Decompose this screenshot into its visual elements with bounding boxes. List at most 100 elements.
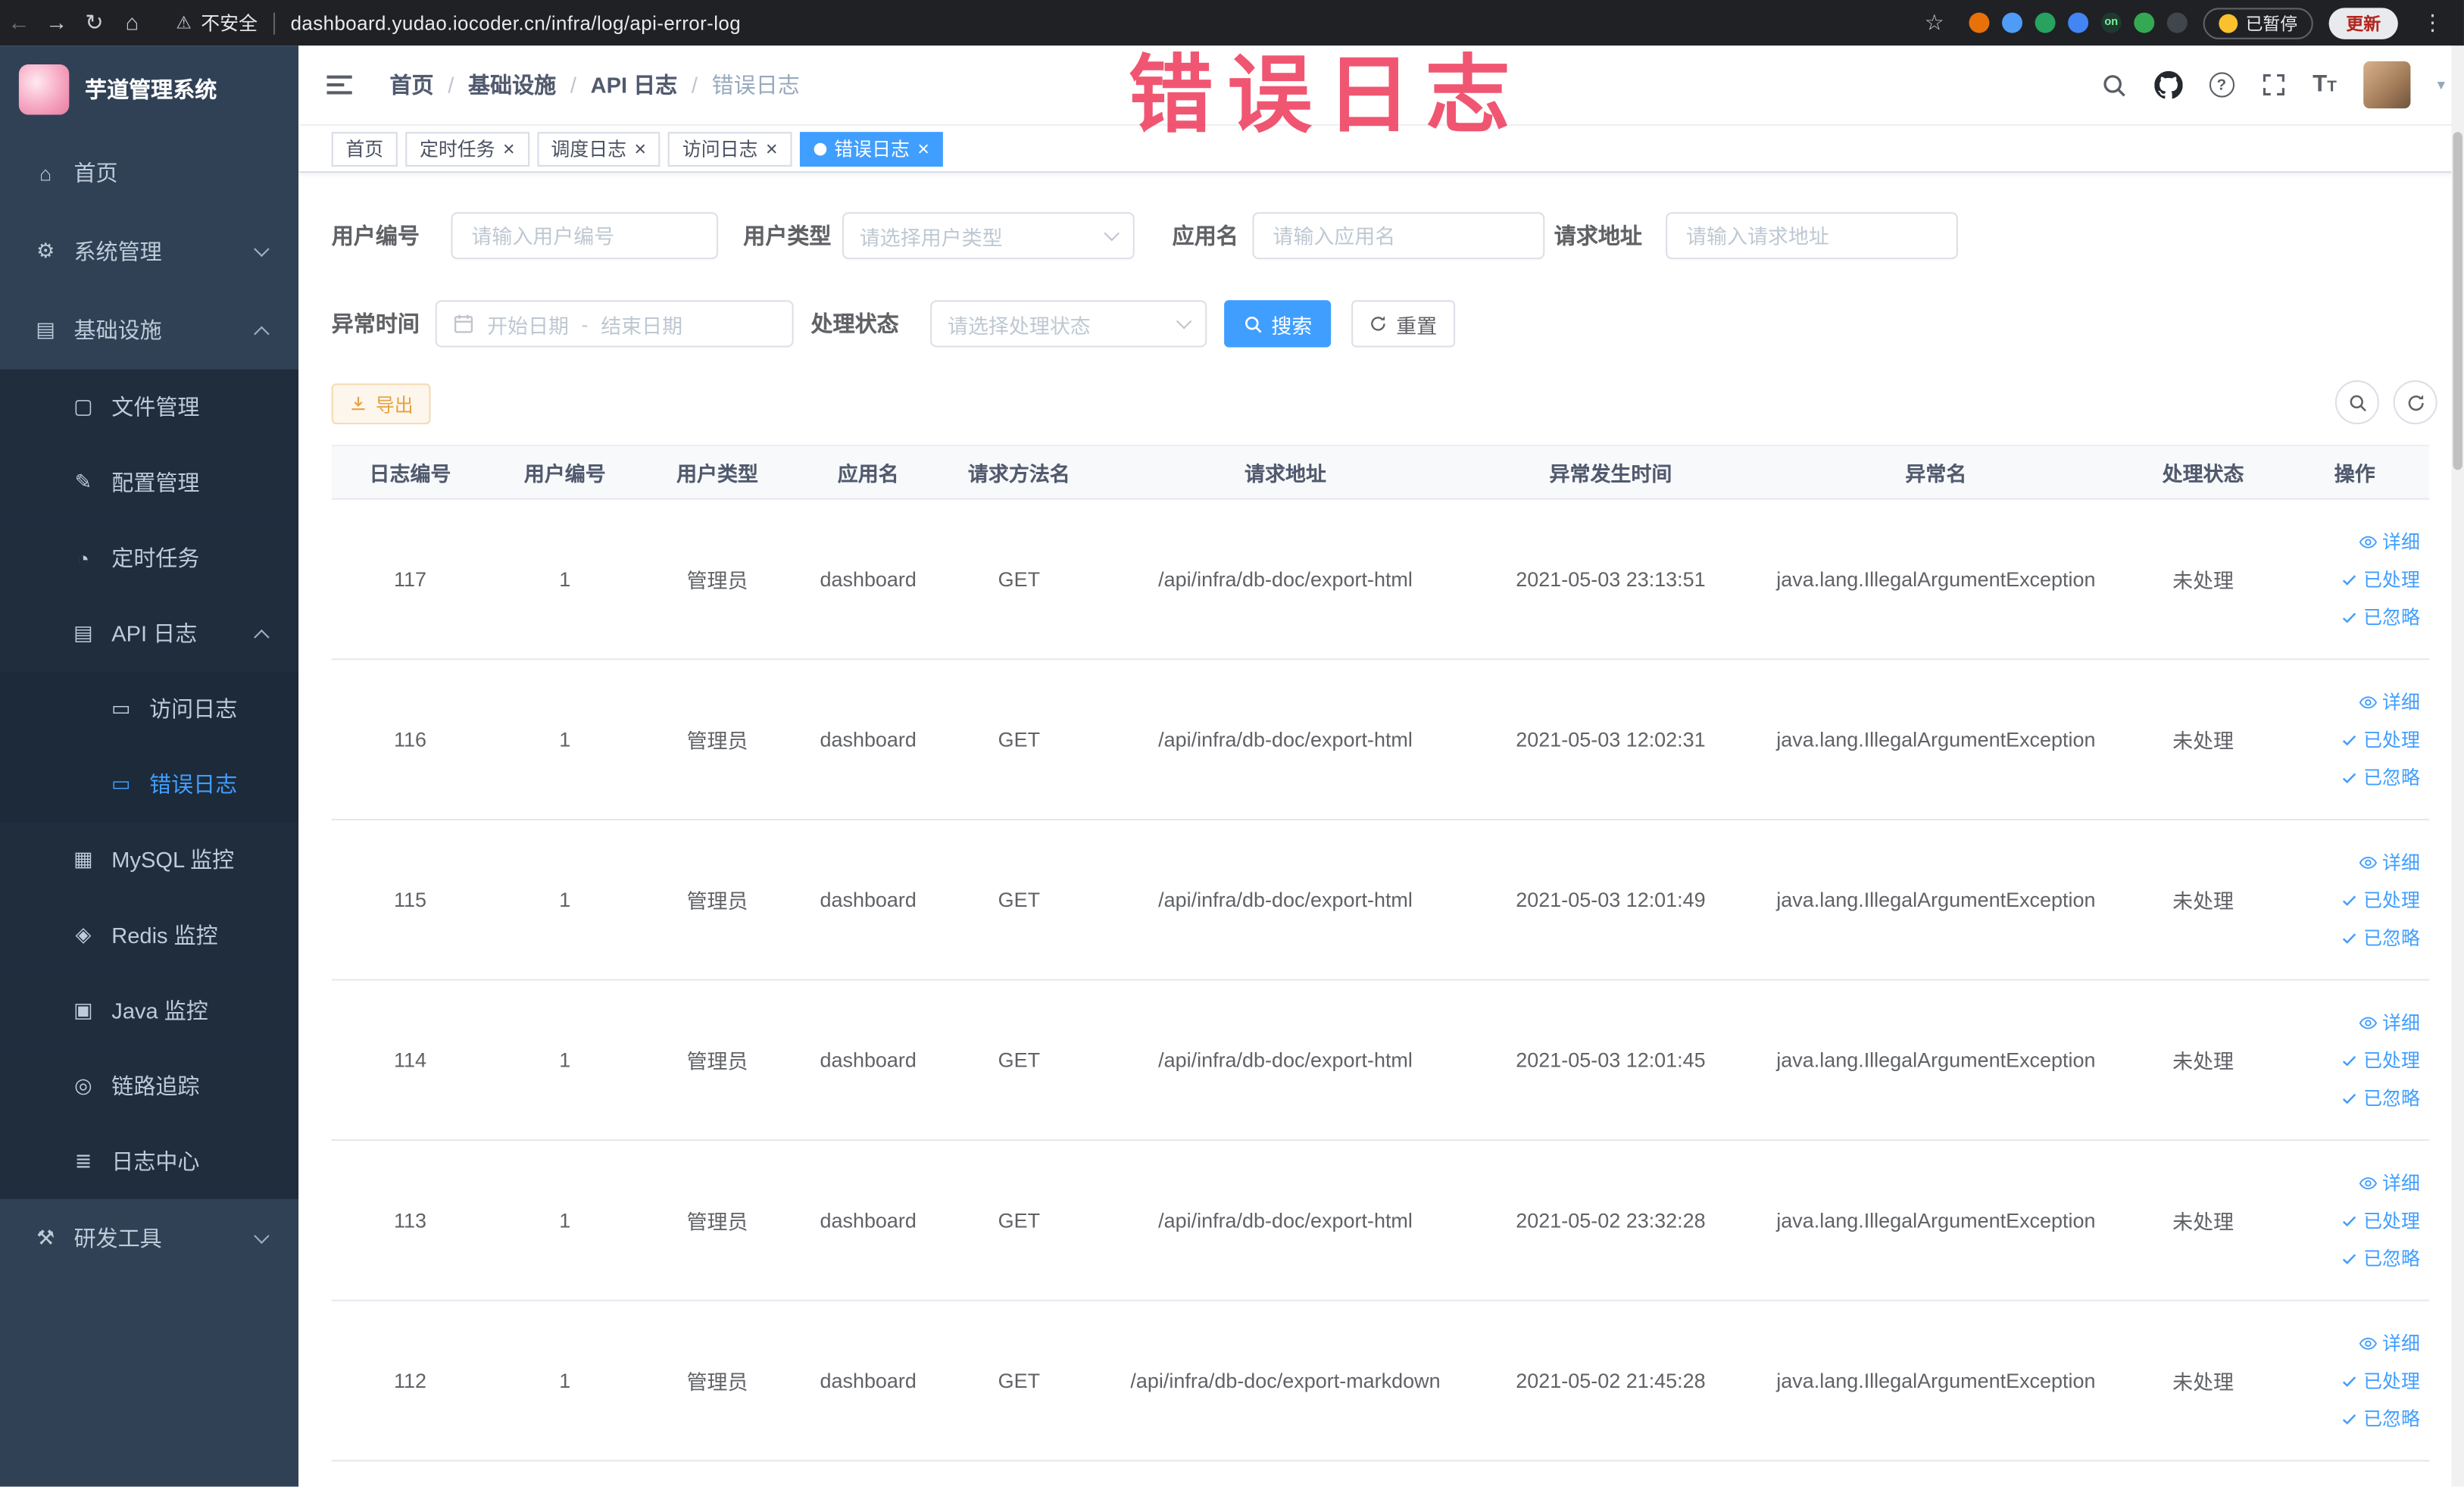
help-icon[interactable]: ? (2209, 72, 2234, 98)
action-detail-link[interactable]: 详细 (2359, 528, 2420, 555)
tab-schedule-log[interactable]: 调度日志 × (536, 131, 661, 166)
action-detail-link[interactable]: 详细 (2359, 848, 2420, 875)
update-button[interactable]: 更新 (2328, 7, 2398, 39)
action-ignored-link[interactable]: 已忽略 (2340, 1405, 2420, 1432)
toggle-search-button[interactable] (2334, 380, 2379, 425)
extension-icon-1[interactable] (1969, 12, 1990, 33)
address-bar[interactable]: dashboard.yudao.iocoder.cn/infra/log/api… (291, 12, 742, 34)
sidebar-item-api-log[interactable]: ▤ API 日志 (0, 595, 299, 671)
navbar-right: ? TT ▾ (2100, 61, 2445, 109)
action-processed-link[interactable]: 已处理 (2340, 1367, 2420, 1394)
font-size-icon[interactable]: TT (2313, 70, 2337, 98)
sidebar-item-error-log[interactable]: ▭ 错误日志 (0, 746, 299, 823)
sidebar-item-home[interactable]: ⌂ 首页 (0, 133, 299, 213)
search-icon[interactable] (2100, 71, 2127, 98)
action-detail-link[interactable]: 详细 (2359, 1329, 2420, 1356)
sidebar-item-infrastructure[interactable]: ▤ 基础设施 (0, 290, 299, 370)
fullscreen-icon[interactable] (2261, 72, 2286, 97)
sidebar-item-access-log[interactable]: ▭ 访问日志 (0, 670, 299, 747)
action-ignored-link[interactable]: 已忽略 (2340, 924, 2420, 951)
screen: ← → ↻ ⌂ ⚠ 不安全 dashboard.yudao.iocoder.cn… (0, 0, 2464, 1487)
avatar[interactable] (2363, 61, 2411, 109)
action-ignored-link[interactable]: 已忽略 (2340, 604, 2420, 630)
process-status-select[interactable]: 请选择处理状态 (930, 300, 1207, 348)
action-detail-link[interactable]: 详细 (2359, 1009, 2420, 1036)
date-separator: - (581, 311, 589, 336)
cell-id: 113 (393, 1208, 426, 1232)
action-detail-link[interactable]: 详细 (2359, 1170, 2420, 1196)
extension-icon-5[interactable]: on (2100, 12, 2122, 33)
chevron-down-icon[interactable]: ▾ (2437, 77, 2445, 94)
sidebar-item-system-management[interactable]: ⚙ 系统管理 (0, 212, 299, 291)
cell-user_type: 管理员 (686, 1370, 748, 1395)
tab-access-log[interactable]: 访问日志 × (668, 131, 792, 166)
search-button[interactable]: 搜索 (1224, 300, 1332, 348)
request-url-input[interactable] (1666, 212, 1958, 260)
extension-icon-3[interactable] (2035, 12, 2056, 33)
close-icon[interactable]: × (766, 139, 778, 159)
action-ignored-link[interactable]: 已忽略 (2340, 1245, 2420, 1271)
back-icon[interactable]: ← (0, 0, 38, 45)
action-processed-link[interactable]: 已处理 (2340, 886, 2420, 913)
tab-error-log[interactable]: 错误日志 × (799, 131, 944, 166)
close-icon[interactable]: × (634, 139, 646, 159)
github-icon[interactable] (2153, 70, 2182, 99)
check-icon (2340, 730, 2359, 749)
close-icon[interactable]: × (917, 139, 929, 159)
breadcrumb-item-home[interactable]: 首页 (390, 69, 434, 100)
home-button-icon[interactable]: ⌂ (113, 0, 151, 45)
gear-icon: ⚙ (36, 239, 55, 263)
action-processed-link[interactable]: 已处理 (2340, 1207, 2420, 1233)
user-type-select[interactable]: 请选择用户类型 (842, 212, 1135, 260)
forward-icon[interactable]: → (38, 0, 76, 45)
menu-dots-icon[interactable]: ⋮ (2414, 0, 2452, 45)
export-button[interactable]: 导出 (331, 383, 431, 425)
close-icon[interactable]: × (503, 139, 515, 159)
cell-exception: java.lang.IllegalArgumentException (1776, 727, 2096, 751)
extension-icon-7[interactable] (2166, 12, 2188, 33)
tab-home[interactable]: 首页 (331, 131, 398, 166)
extension-icon-6[interactable] (2134, 12, 2155, 33)
action-ignored-link[interactable]: 已忽略 (2340, 764, 2420, 790)
sidebar-item-dev-tools[interactable]: ⚒ 研发工具 (0, 1198, 299, 1278)
paused-badge[interactable]: 已暂停 (2203, 7, 2313, 39)
cell-status: 未处理 (2172, 569, 2234, 593)
refresh-icon (2405, 392, 2425, 413)
user-id-input[interactable] (451, 212, 719, 260)
sidebar-item-scheduled-jobs[interactable]: ◔ 定时任务 (0, 520, 299, 596)
security-label[interactable]: 不安全 (201, 9, 258, 36)
app-name-input[interactable] (1252, 212, 1545, 260)
page-scrollbar[interactable] (2451, 45, 2464, 1487)
action-detail-link[interactable]: 详细 (2359, 689, 2420, 715)
cell-url: /api/infra/db-doc/export-markdown (1130, 1368, 1441, 1393)
reload-icon[interactable]: ↻ (76, 0, 114, 45)
extension-icon-2[interactable] (2002, 12, 2023, 33)
action-processed-link[interactable]: 已处理 (2340, 726, 2420, 752)
sidebar-item-mysql-monitor[interactable]: ▦ MySQL 监控 (0, 822, 299, 898)
bookmark-star-icon[interactable]: ☆ (1916, 0, 1953, 45)
sidebar-item-label: MySQL 监控 (111, 847, 235, 873)
sidebar-item-file-management[interactable]: ▢ 文件管理 (0, 369, 299, 445)
app-logo-row[interactable]: 芋道管理系统 (0, 45, 298, 133)
hamburger-icon[interactable] (326, 75, 352, 95)
action-processed-link[interactable]: 已处理 (2340, 566, 2420, 592)
sidebar-item-config-management[interactable]: ✎ 配置管理 (0, 445, 299, 520)
sidebar-item-tracing[interactable]: ◎ 链路追踪 (0, 1048, 299, 1124)
extension-icon-4[interactable] (2068, 12, 2089, 33)
reset-button[interactable]: 重置 (1351, 300, 1456, 348)
exception-time-label: 异常时间 (331, 311, 420, 336)
refresh-table-button[interactable] (2393, 380, 2437, 425)
action-ignored-link[interactable]: 已忽略 (2340, 1084, 2420, 1111)
exception-time-range-picker[interactable]: 开始日期 - 结束日期 (435, 300, 794, 348)
sidebar-item-redis-monitor[interactable]: ◈ Redis 监控 (0, 897, 299, 973)
action-processed-link[interactable]: 已处理 (2340, 1047, 2420, 1073)
sidebar-item-log-center[interactable]: ≣ 日志中心 (0, 1123, 299, 1199)
breadcrumb-item-infrastructure[interactable]: 基础设施 (468, 69, 556, 100)
tab-scheduled-jobs[interactable]: 定时任务 × (405, 131, 529, 166)
breadcrumb-item-api-log[interactable]: API 日志 (591, 69, 678, 100)
sidebar-item-label: 研发工具 (73, 1226, 162, 1251)
scrollbar-thumb[interactable] (2453, 132, 2462, 470)
cell-exception: java.lang.IllegalArgumentException (1776, 567, 2096, 592)
cell-url: /api/infra/db-doc/export-html (1158, 727, 1413, 751)
sidebar-item-java-monitor[interactable]: ▣ Java 监控 (0, 973, 299, 1048)
